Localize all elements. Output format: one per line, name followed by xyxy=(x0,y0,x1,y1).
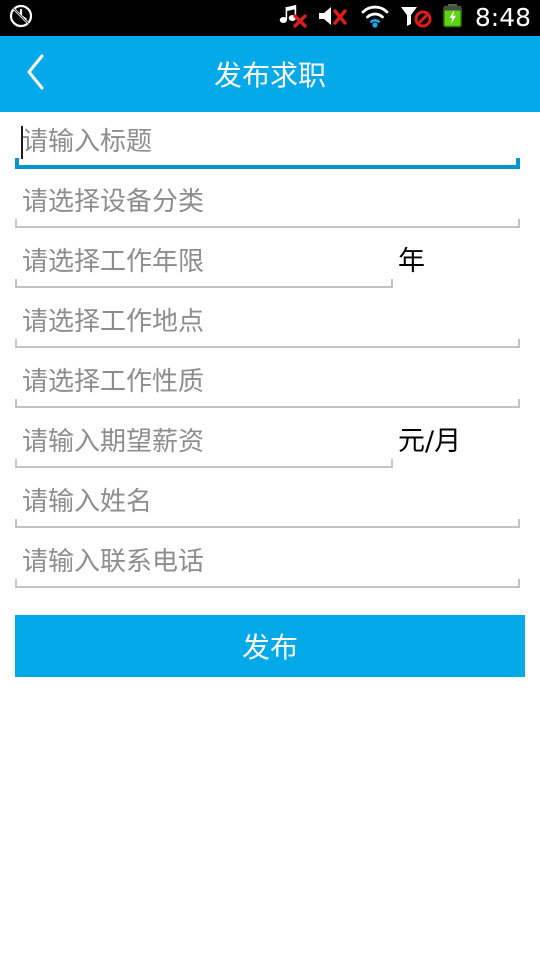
field-underline-work-type xyxy=(15,399,520,408)
form-field-work-location[interactable]: 请选择工作地点 xyxy=(0,292,540,352)
form-field-equipment-category[interactable]: 请选择设备分类 xyxy=(0,172,540,232)
field-underline-contact-phone xyxy=(15,579,520,588)
field-control-work-type[interactable]: 请选择工作性质 xyxy=(15,352,520,412)
app-header: 发布求职 xyxy=(0,36,540,112)
field-underline-equipment-category xyxy=(15,219,520,228)
publish-button[interactable]: 发布 xyxy=(15,615,525,677)
field-underline-work-location xyxy=(15,339,520,348)
form-field-contact-phone[interactable]: 请输入联系电话 xyxy=(0,532,540,592)
field-underline-full-name xyxy=(15,519,520,528)
field-control-expected-salary[interactable]: 请输入期望薪资 xyxy=(15,412,393,472)
field-control-work-location[interactable]: 请选择工作地点 xyxy=(15,292,520,352)
page-title: 发布求职 xyxy=(213,59,326,92)
field-underline-title xyxy=(15,158,520,169)
status-bar-clock: 8:48 xyxy=(474,3,531,32)
no-signal-icon xyxy=(399,3,433,33)
status-bar-left xyxy=(0,3,34,33)
battery-charging-icon xyxy=(442,3,464,33)
status-bar: 8:48 xyxy=(0,0,540,36)
submit-area: 发布 xyxy=(0,592,540,677)
music-off-icon xyxy=(278,3,308,33)
suffix-work-years: 年 xyxy=(398,246,425,277)
job-post-form: 请输入标题 请选择设备分类 请选择工作年限 年 请选择工作地点 请选择工作性质 … xyxy=(0,112,540,677)
suffix-expected-salary: 元/月 xyxy=(398,426,462,457)
field-underline-work-years xyxy=(15,279,393,288)
form-field-title[interactable]: 请输入标题 xyxy=(0,112,540,172)
alarm-off-icon xyxy=(8,3,34,33)
form-field-work-type[interactable]: 请选择工作性质 xyxy=(0,352,540,412)
form-field-full-name[interactable]: 请输入姓名 xyxy=(0,472,540,532)
form-field-expected-salary[interactable]: 请输入期望薪资 元/月 xyxy=(0,412,540,472)
field-control-contact-phone[interactable]: 请输入联系电话 xyxy=(15,532,520,592)
back-button[interactable] xyxy=(0,36,72,112)
status-bar-right: 8:48 xyxy=(278,0,540,36)
field-control-work-years[interactable]: 请选择工作年限 xyxy=(15,232,393,292)
app-screen: 8:48 发布求职 请输入标题 请选择设备分类 请选择工作年限 年 请选择工作地… xyxy=(0,0,540,960)
field-control-equipment-category[interactable]: 请选择设备分类 xyxy=(15,172,520,232)
volume-mute-icon xyxy=(317,3,351,33)
field-control-title[interactable]: 请输入标题 xyxy=(15,112,520,172)
page-empty-space xyxy=(0,677,540,917)
text-cursor xyxy=(21,126,23,159)
field-underline-expected-salary xyxy=(15,459,393,468)
chevron-left-icon xyxy=(23,52,49,96)
form-field-work-years[interactable]: 请选择工作年限 年 xyxy=(0,232,540,292)
field-control-full-name[interactable]: 请输入姓名 xyxy=(15,472,520,532)
wifi-icon xyxy=(360,3,390,33)
